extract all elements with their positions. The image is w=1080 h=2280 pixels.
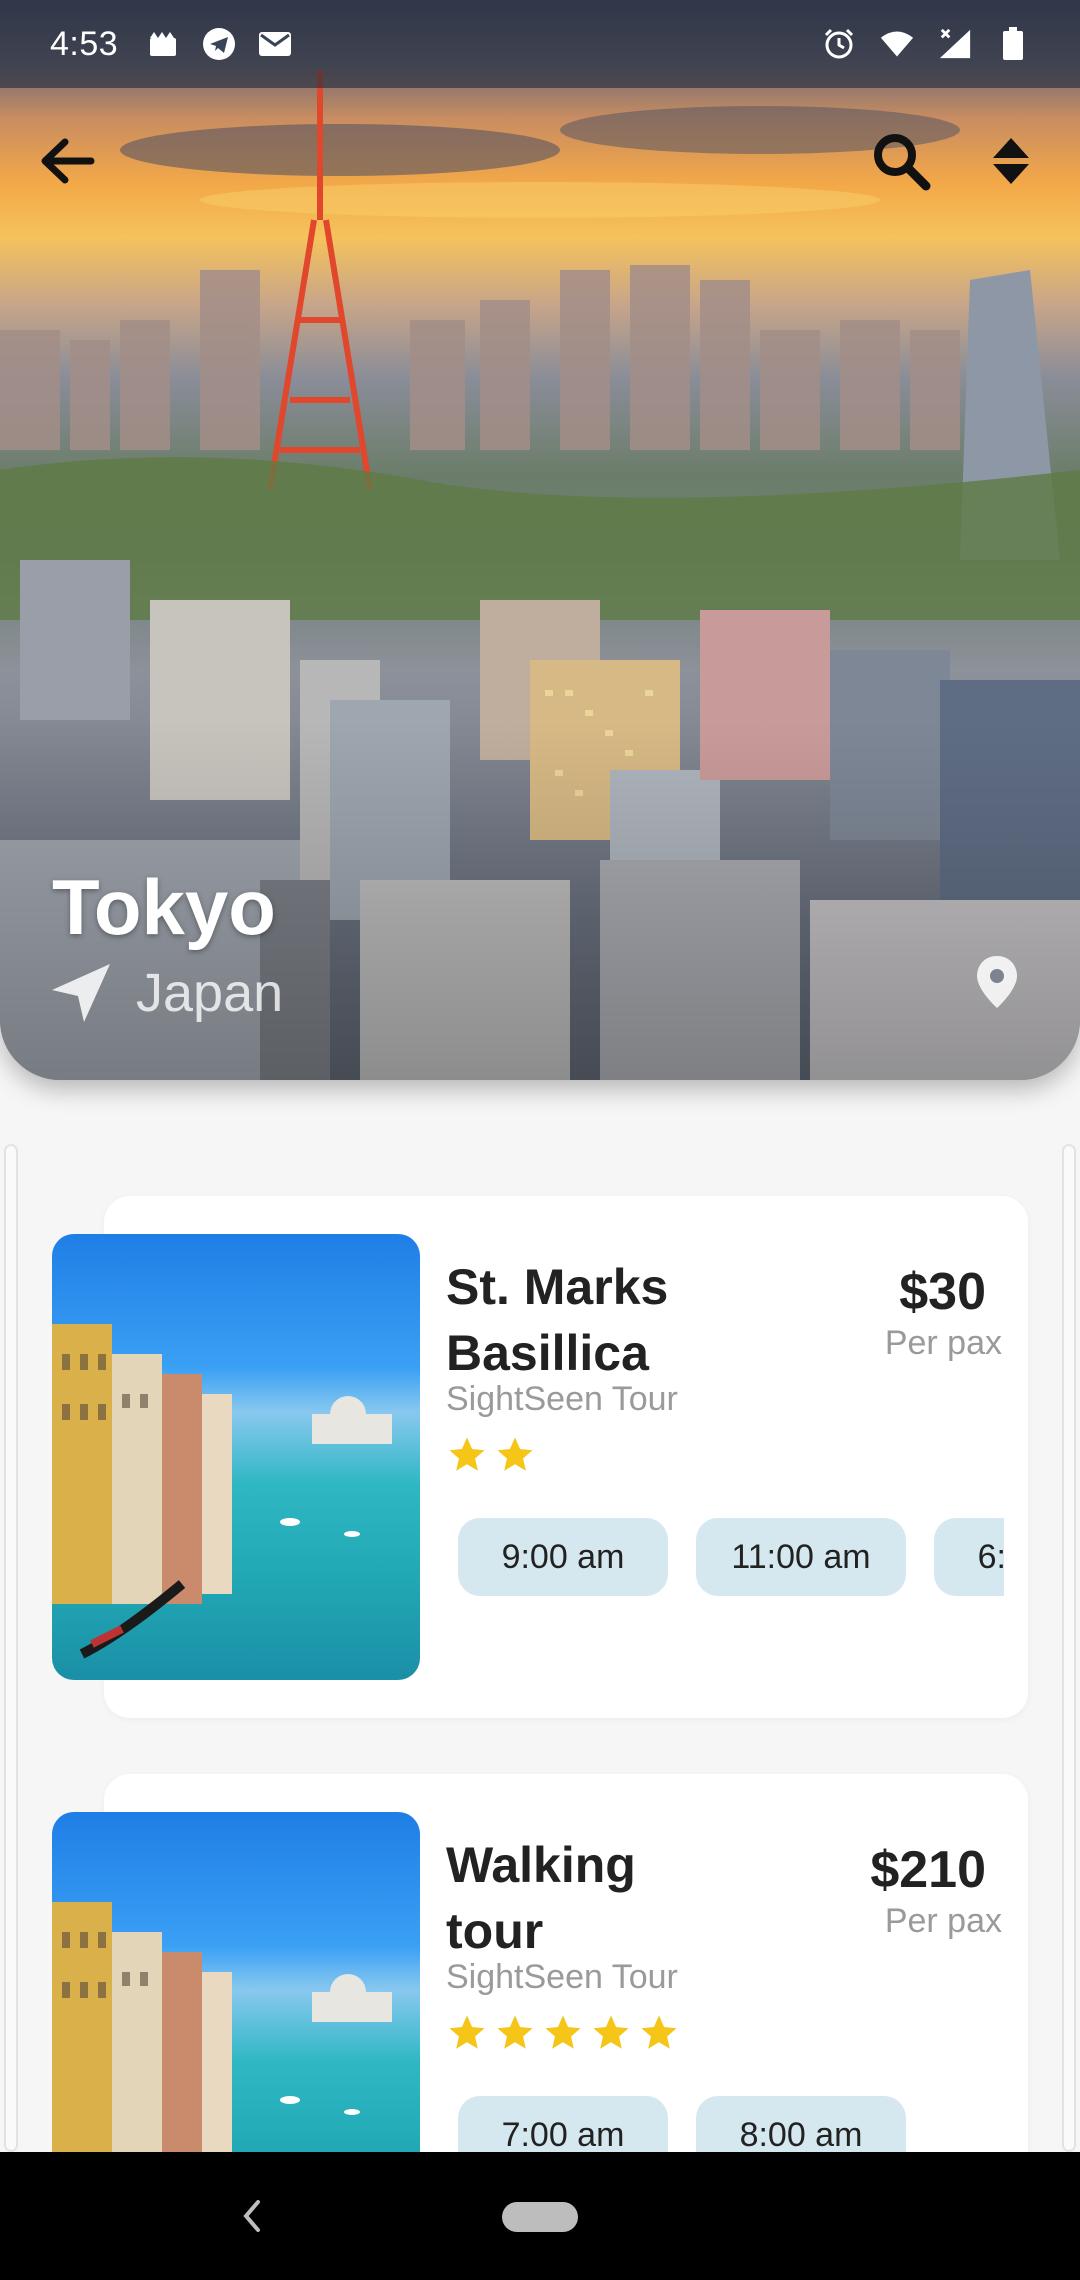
search-icon [874,134,931,191]
star-icon [641,2015,677,2049]
alarm-icon [822,27,856,61]
status-bar: 4:53 [0,0,1080,88]
star-icon [497,2015,533,2049]
system-nav-bar [0,2152,1080,2280]
navigation-arrow-icon [52,964,110,1022]
tour-photo [52,1234,420,1680]
list-edge-left [4,1144,18,2152]
tour-price: $210 [870,1841,986,1899]
sort-button[interactable] [966,116,1056,206]
battery-icon [996,27,1030,61]
tour-price: $30 [899,1263,986,1321]
time-chip[interactable]: 9:00 am [458,1518,668,1596]
search-button[interactable] [856,116,946,206]
time-chips: 9:00 am 11:00 am 6:00 pm [458,1518,1004,1598]
star-icon [545,2015,581,2049]
list-edge-right [1062,1144,1076,2152]
nav-back-button[interactable] [222,2186,282,2246]
time-chip[interactable]: 11:00 am [696,1518,906,1596]
star-icon [449,2015,485,2049]
back-button[interactable] [22,116,112,206]
tour-title: Walking tour [446,1837,636,1959]
tour-price-unit: Per pax [884,1324,1002,1362]
gmail-icon [258,27,292,61]
country-label: Japan [136,963,284,1023]
tour-rating [446,1434,536,1476]
city-hero-image: 4:53 Tokyo Japan [0,0,1080,1080]
star-icon [497,1437,533,1471]
wifi-icon [880,27,914,61]
tour-rating [446,2012,680,2054]
chevron-left-icon [243,2200,260,2232]
tour-title: St. Marks Basillica [446,1259,669,1381]
tour-card[interactable]: St. Marks Basillica SightSeen Tour $30 P… [52,1196,1028,1718]
map-pin-icon[interactable] [974,954,1020,1010]
signal-icon [938,27,972,61]
status-time: 4:53 [50,24,119,63]
country-row: Japan [48,960,283,1026]
sort-icon [993,138,1029,184]
telegram-icon [202,27,236,61]
nav-home-pill[interactable] [502,2202,578,2232]
tour-subtitle: SightSeen Tour [446,1958,678,1996]
star-icon [449,1437,485,1471]
city-title: Tokyo [52,863,276,951]
arrow-back-icon [41,138,95,184]
clapperboard-icon [146,27,180,61]
star-icon [593,2015,629,2049]
time-chip[interactable]: 6:00 pm [934,1518,1004,1596]
tour-subtitle: SightSeen Tour [446,1380,678,1418]
tour-price-unit: Per pax [884,1902,1002,1940]
